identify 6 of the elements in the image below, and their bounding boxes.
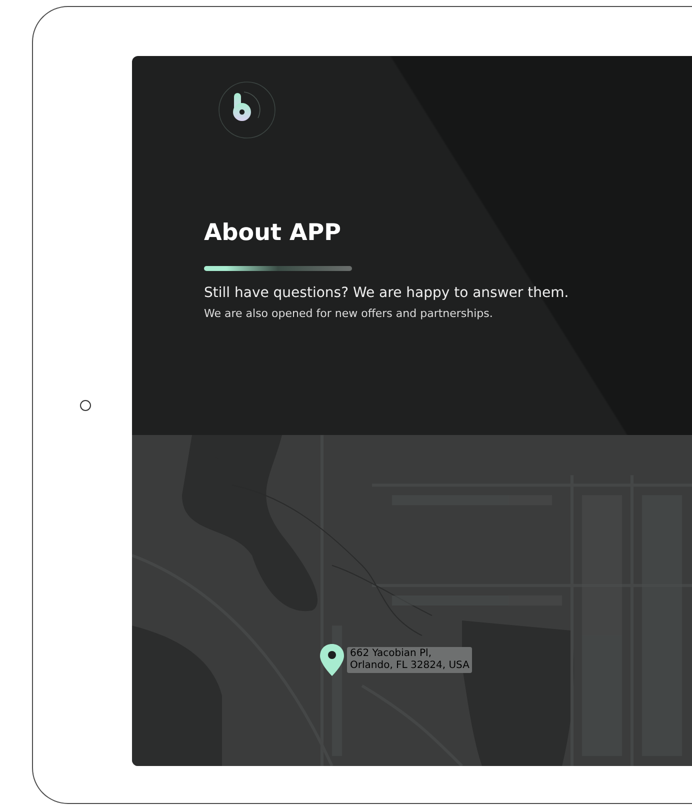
- address-label: 662 Yacobian Pl, Orlando, FL 32824, USA: [347, 647, 472, 673]
- subtext: We are also opened for new offers and partnerships.: [204, 307, 494, 320]
- headline-text: Still have questions? We are happy to answer them.: [204, 285, 570, 301]
- page-title: About APP: [204, 220, 342, 246]
- home-button[interactable]: [80, 400, 91, 410]
- location-pin-icon: [319, 643, 345, 677]
